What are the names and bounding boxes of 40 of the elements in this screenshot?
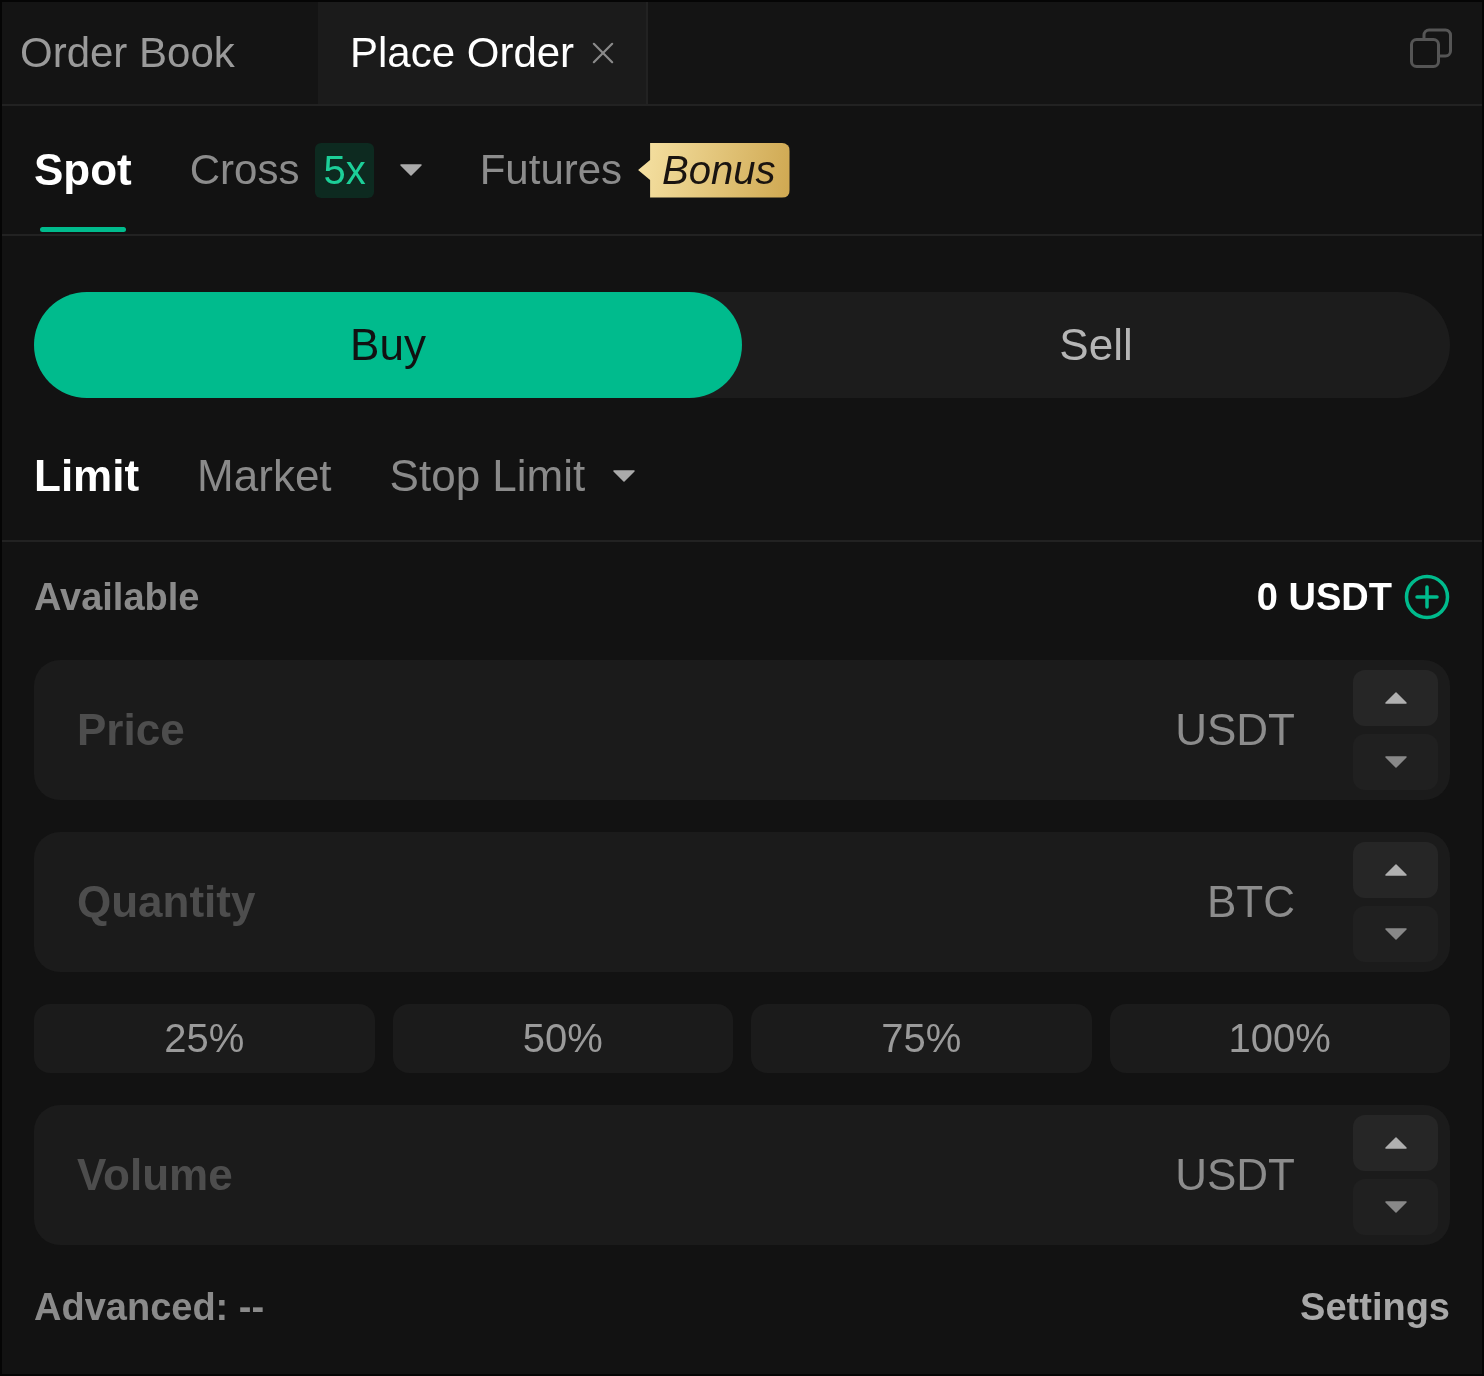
decrement-button[interactable] [1353,906,1438,962]
unit-label: USDT [1175,1150,1295,1200]
copy-icon[interactable] [1410,28,1452,68]
trading-mode-tab[interactable]: Cross 5x [189,106,422,234]
trading-mode-tab[interactable]: Spot [34,106,132,234]
trading-mode-tab[interactable]: Futures Bonus [479,106,790,234]
caret-down-icon[interactable] [399,164,422,176]
percent-button[interactable]: 75% [751,1004,1092,1073]
caret-down-icon [1384,928,1407,940]
side-tab[interactable]: Buy [34,292,742,398]
unit-label: USDT [1175,705,1295,755]
promo-tag: Bonus [638,142,790,198]
caret-up-icon [1384,692,1407,704]
leverage-badge: 5x [315,142,374,198]
increment-button[interactable] [1353,670,1438,726]
order-type-tab[interactable]: Limit [34,412,140,540]
caret-down-icon [1384,1201,1407,1213]
panel-tab[interactable]: Place Order [318,2,649,104]
side-tab[interactable]: Sell [742,292,1450,398]
settings-link[interactable]: Settings [1300,1285,1450,1329]
caret-up-icon [1384,864,1407,876]
percent-button[interactable]: 50% [392,1004,733,1073]
percent-button[interactable]: 25% [34,1004,375,1073]
caret-down-icon[interactable] [613,470,636,482]
advanced-label: Advanced: -- [34,1285,265,1329]
order-type-tab[interactable]: Market [197,412,332,540]
order-type-tab[interactable]: Stop Limit [389,412,636,540]
caret-up-icon [1384,1137,1407,1149]
close-icon[interactable] [592,42,615,64]
increment-button[interactable] [1353,1115,1438,1171]
decrement-button[interactable] [1353,734,1438,790]
increment-button[interactable] [1353,842,1438,898]
percent-button[interactable]: 100% [1109,1004,1450,1073]
available-label: Available [34,575,200,619]
available-balance: 0 USDT [1256,575,1392,619]
unit-label: BTC [1207,877,1295,927]
plus-circle-icon[interactable] [1404,574,1450,620]
caret-down-icon [1384,756,1407,768]
decrement-button[interactable] [1353,1179,1438,1235]
panel-tab[interactable]: Order Book [2,2,318,104]
